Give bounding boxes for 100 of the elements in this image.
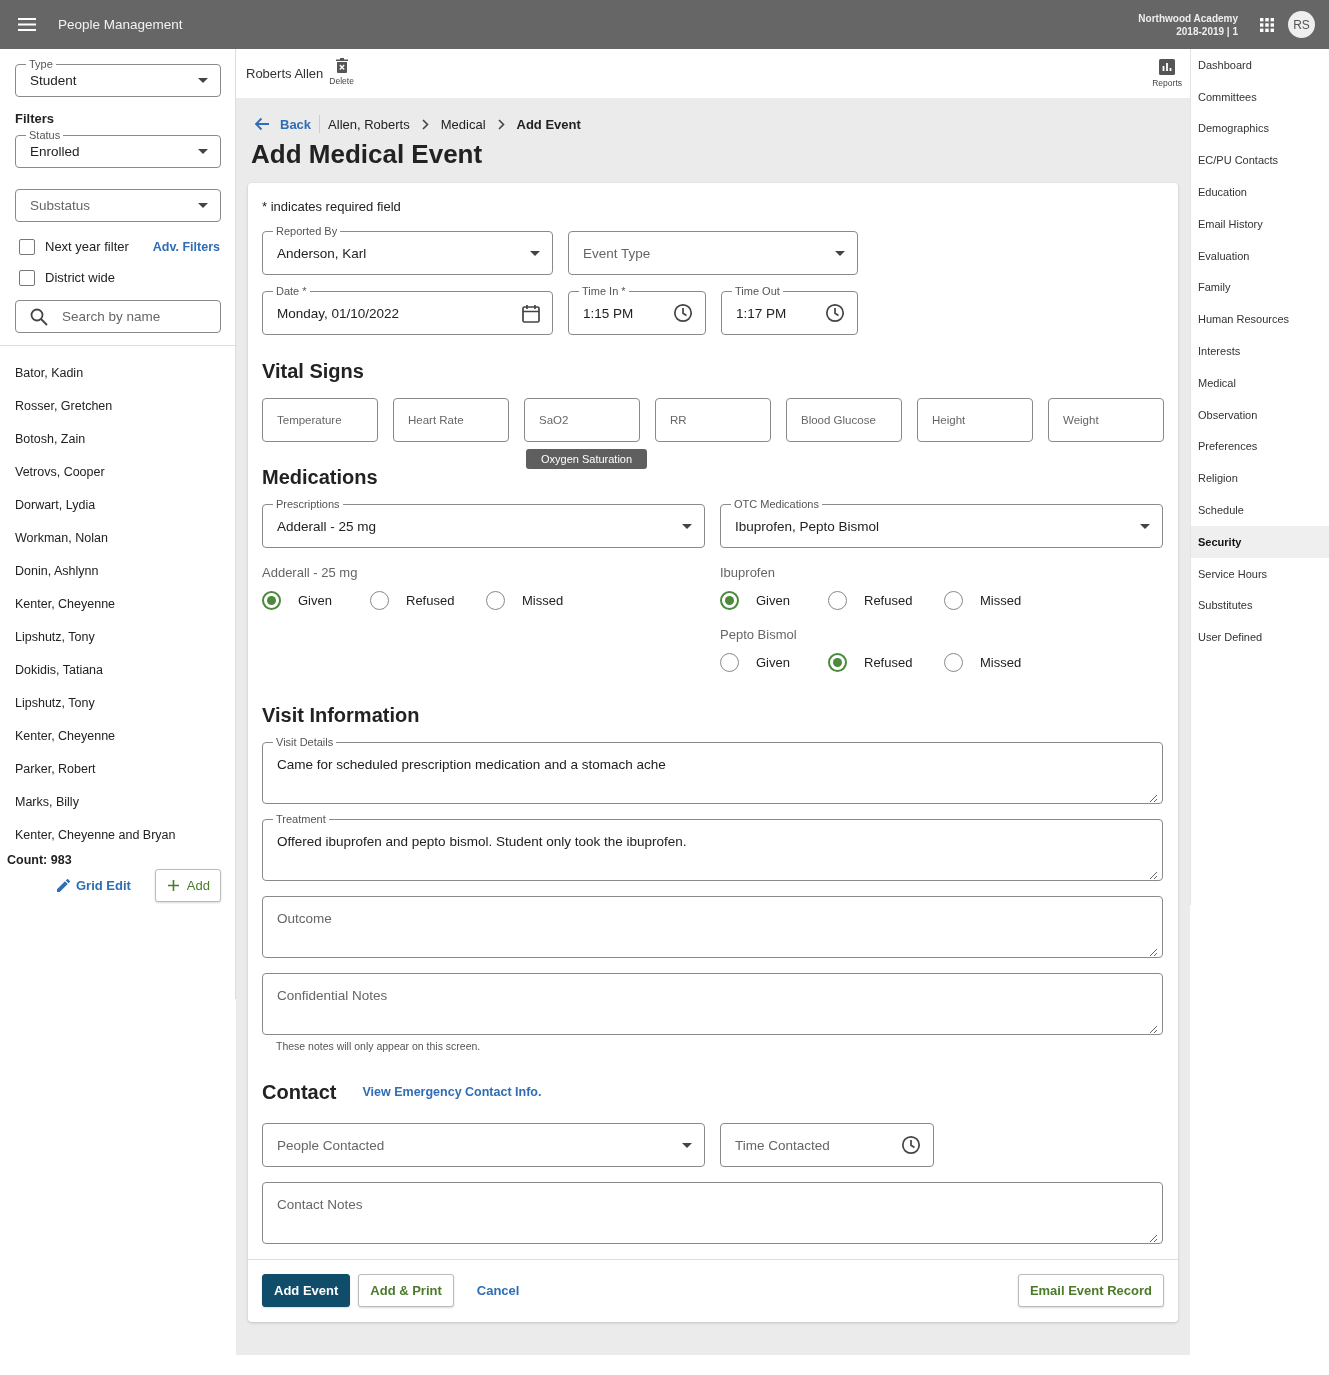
breadcrumb-item[interactable]: Medical: [440, 116, 486, 132]
person-item[interactable]: Marks, Billy: [15, 785, 235, 818]
breadcrumb-item[interactable]: Allen, Roberts: [328, 116, 410, 132]
medication-name: Adderall - 25 mg: [262, 565, 359, 581]
substatus-select[interactable]: Substatus: [15, 189, 221, 222]
nav-item[interactable]: Demographics: [1191, 112, 1329, 145]
adv-filters-link[interactable]: Adv. Filters: [152, 239, 220, 254]
trash-icon: [335, 57, 348, 73]
bar-chart-icon: [1159, 59, 1176, 75]
vital-sign-field[interactable]: Blood Glucose: [786, 398, 902, 442]
user-avatar[interactable]: RS: [1288, 11, 1315, 38]
radio-label: Given: [756, 592, 790, 608]
back-button[interactable]: Back: [254, 116, 312, 132]
checkbox[interactable]: [19, 269, 35, 286]
nav-item[interactable]: Security: [1191, 525, 1329, 558]
vital-sign-field[interactable]: Heart Rate: [393, 398, 509, 442]
vital-sign-field[interactable]: Height: [917, 398, 1033, 442]
radio-label: Refused: [864, 654, 913, 670]
nav-item[interactable]: Observation: [1191, 398, 1329, 431]
person-item[interactable]: Parker, Robert: [15, 752, 235, 785]
nav-item[interactable]: Dashboard: [1191, 49, 1329, 81]
apps-grid-icon[interactable]: [1260, 17, 1274, 32]
app-title: People Management: [58, 17, 183, 32]
email-event-record-button[interactable]: Email Event Record: [1017, 1274, 1164, 1307]
person-item[interactable]: Kenter, Cheyenne: [15, 719, 235, 752]
search-field[interactable]: Search by name: [15, 300, 221, 333]
nav-item[interactable]: Evaluation: [1191, 239, 1329, 272]
nav-item[interactable]: Committees: [1191, 80, 1329, 113]
plus-icon: [167, 880, 179, 891]
medication-name: Ibuprofen: [720, 565, 776, 581]
grid-edit-button[interactable]: Grid Edit: [56, 878, 131, 893]
person-item[interactable]: Rosser, Gretchen: [15, 389, 235, 422]
section-heading: Medications: [262, 466, 379, 488]
school-name: Northwood Academy: [1138, 11, 1238, 25]
confidential-notes-field[interactable]: Confidential Notes: [262, 973, 1163, 1035]
nav-item[interactable]: Interests: [1191, 335, 1329, 367]
tooltip: Oxygen Saturation: [526, 449, 648, 469]
person-item[interactable]: Lipshutz, Tony: [15, 620, 235, 653]
nav-item[interactable]: User Defined: [1191, 621, 1329, 654]
nav-item[interactable]: EC/PU Contacts: [1191, 144, 1329, 177]
person-item[interactable]: Botosh, Zain: [15, 422, 235, 455]
add-button[interactable]: Add: [154, 869, 221, 902]
person-item[interactable]: Dorwart, Lydia: [15, 488, 235, 521]
radio-label: Given: [756, 654, 790, 670]
nav-item[interactable]: Medical: [1191, 366, 1329, 399]
people-contacted-select[interactable]: People Contacted: [262, 1123, 705, 1167]
reports-button[interactable]: Reports: [1152, 59, 1182, 88]
delete-button[interactable]: Delete: [329, 57, 354, 86]
person-item[interactable]: Donin, Ashlynn: [15, 554, 235, 587]
person-item[interactable]: Kenter, Cheyenne and Bryan: [15, 818, 235, 851]
radio-button[interactable]: [262, 590, 281, 610]
required-note: * indicates required field: [262, 199, 402, 215]
event-type-select[interactable]: Event Type: [568, 231, 858, 275]
caret-icon: [198, 149, 208, 154]
radio-label: Refused: [406, 592, 455, 608]
section-heading: Vital Signs: [262, 360, 365, 382]
contact-notes-field[interactable]: Contact Notes: [262, 1182, 1163, 1244]
person-item[interactable]: Bator, Kadin: [15, 356, 235, 389]
calendar-icon: [522, 303, 540, 323]
person-item[interactable]: Lipshutz, Tony: [15, 686, 235, 719]
menu-icon[interactable]: [18, 18, 36, 31]
vital-sign-field[interactable]: RR: [655, 398, 771, 442]
add-print-button[interactable]: Add & Print: [358, 1274, 454, 1307]
count-label: Count: 983: [6, 853, 73, 867]
radio-label: Given: [298, 592, 332, 608]
record-name: Roberts Allen: [246, 66, 324, 81]
nav-item[interactable]: Email History: [1191, 208, 1329, 240]
section-heading: Contact: [262, 1081, 337, 1103]
vital-sign-field[interactable]: Temperature: [262, 398, 378, 442]
checkbox[interactable]: [19, 238, 35, 255]
nav-item[interactable]: Education: [1191, 176, 1329, 208]
nav-item[interactable]: Service Hours: [1191, 557, 1329, 590]
person-item[interactable]: Dokidis, Tatiana: [15, 653, 235, 686]
radio-label: Missed: [522, 592, 564, 608]
nav-item[interactable]: Family: [1191, 271, 1329, 304]
nav-item[interactable]: Human Resources: [1191, 303, 1329, 336]
caret-icon: [1140, 523, 1150, 529]
caret-icon: [198, 203, 208, 208]
vital-sign-field[interactable]: Weight: [1048, 398, 1164, 442]
emergency-contact-link[interactable]: View Emergency Contact Info.: [362, 1085, 542, 1099]
search-icon: [30, 307, 48, 326]
time-contacted-field[interactable]: Time Contacted: [720, 1123, 934, 1167]
person-item[interactable]: Workman, Nolan: [15, 521, 235, 554]
page-title: Add Medical Event: [251, 139, 484, 169]
radio-button[interactable]: [828, 652, 847, 672]
radio-button[interactable]: [720, 590, 739, 610]
clock-icon: [901, 1135, 921, 1155]
vital-sign-field[interactable]: SaO2: [524, 398, 640, 442]
school-term: 2018-2019 | 1: [1175, 24, 1238, 38]
nav-item[interactable]: Religion: [1191, 462, 1329, 495]
nav-item[interactable]: Preferences: [1191, 430, 1329, 463]
nav-item[interactable]: Schedule: [1191, 494, 1329, 526]
person-item[interactable]: Kenter, Cheyenne: [15, 587, 235, 620]
filters-heading: Filters: [15, 112, 55, 126]
add-event-button[interactable]: Add Event: [262, 1274, 351, 1307]
person-item[interactable]: Vetrovs, Cooper: [15, 455, 235, 488]
outcome-field[interactable]: Outcome: [262, 896, 1163, 958]
cancel-button[interactable]: Cancel: [465, 1274, 531, 1307]
nav-item[interactable]: Substitutes: [1191, 589, 1329, 622]
chevron-icon: [421, 118, 429, 130]
